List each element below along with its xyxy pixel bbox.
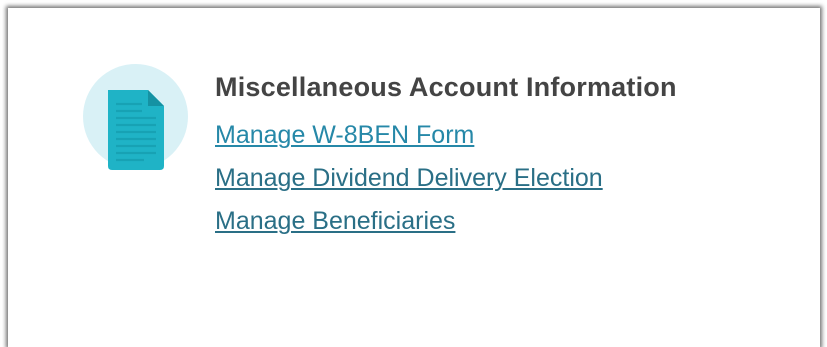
section-title: Miscellaneous Account Information xyxy=(215,72,677,102)
document-icon xyxy=(108,90,164,170)
link-list: Manage W-8BEN Form Manage Dividend Deliv… xyxy=(215,120,677,249)
document-icon-badge xyxy=(83,64,188,170)
account-info-card: Miscellaneous Account Information Manage… xyxy=(8,8,820,347)
section-content: Miscellaneous Account Information Manage… xyxy=(215,70,677,249)
list-item: Manage W-8BEN Form xyxy=(215,120,677,163)
list-item: Manage Dividend Delivery Election xyxy=(215,163,677,206)
manage-beneficiaries-link[interactable]: Manage Beneficiaries xyxy=(215,207,455,235)
manage-w8ben-form-link[interactable]: Manage W-8BEN Form xyxy=(215,121,474,149)
list-item: Manage Beneficiaries xyxy=(215,206,677,249)
manage-dividend-delivery-election-link[interactable]: Manage Dividend Delivery Election xyxy=(215,164,603,192)
